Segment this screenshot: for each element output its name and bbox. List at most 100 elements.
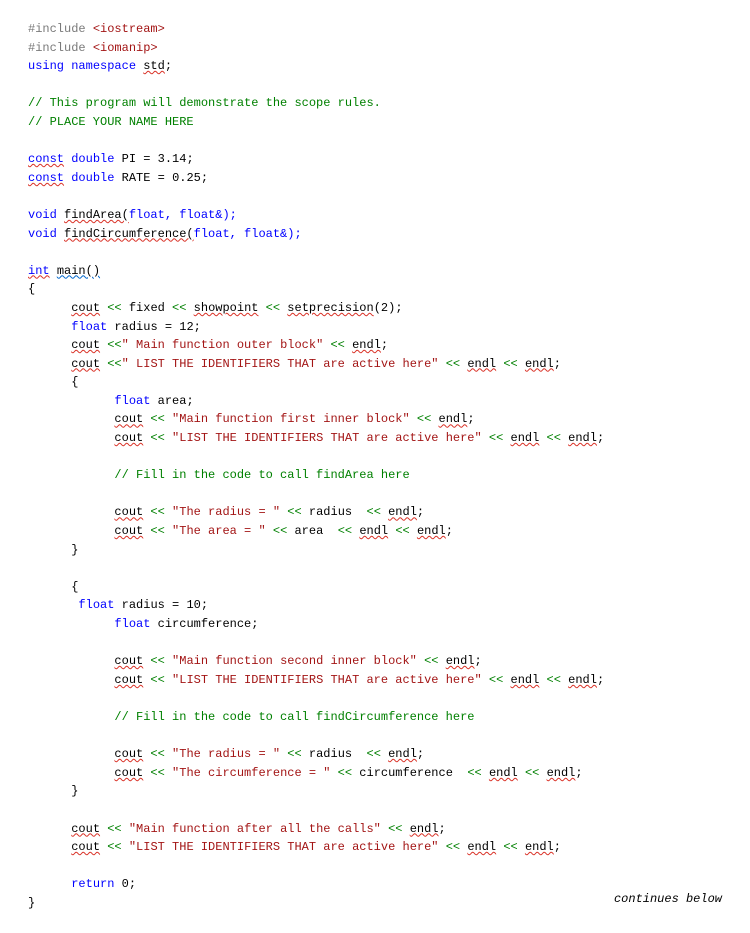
id-endl: endl (359, 524, 388, 538)
fn-findcirc: findCircumference( (64, 227, 194, 241)
op-ins: << (381, 822, 410, 836)
id-cout: cout (114, 673, 143, 687)
semi: ; (597, 431, 604, 445)
str: "The radius = " (172, 505, 280, 519)
fn-findarea: findArea( (64, 208, 129, 222)
kw-float: float (71, 320, 107, 334)
id-cout: cout (71, 301, 100, 315)
op-ins: << (330, 766, 352, 780)
op-ins: << (100, 840, 129, 854)
op-ins: << (439, 357, 468, 371)
include-target: <iomanip> (93, 41, 158, 55)
decl: circumference; (150, 617, 258, 631)
semi: ; (439, 822, 446, 836)
id-endl: endl (525, 840, 554, 854)
op-ins: << (323, 338, 352, 352)
id-std: std (143, 59, 165, 73)
kw-double: double (71, 152, 114, 166)
code-block: #include <iostream> #include <iomanip> u… (28, 20, 722, 913)
semi: ; (475, 654, 482, 668)
id-rate: RATE (122, 171, 151, 185)
eq: = (136, 152, 158, 166)
str: "Main function second inner block" (172, 654, 417, 668)
brace: { (28, 282, 35, 296)
num: 0.25; (172, 171, 208, 185)
str: "Main function first inner block" (172, 412, 410, 426)
kw-float: float (114, 617, 150, 631)
op-ins: << (359, 505, 381, 519)
id-cout: cout (114, 431, 143, 445)
id-cout: cout (71, 840, 100, 854)
op-ins: << (143, 505, 172, 519)
op-ins: << (258, 301, 287, 315)
id-circ: circumference (352, 766, 460, 780)
str: "The circumference = " (172, 766, 330, 780)
params: float, float&); (129, 208, 237, 222)
id-area: area (287, 524, 330, 538)
comment: // This program will demonstrate the sco… (28, 96, 381, 110)
continues-below-note: continues below (614, 890, 722, 909)
op-ins: << (539, 673, 568, 687)
id-endl: endl (489, 766, 518, 780)
op-ins: << (496, 357, 525, 371)
fn-main: main() (57, 264, 100, 278)
id-radius: radius (302, 747, 360, 761)
id-endl: endl (410, 822, 439, 836)
id-endl: endl (439, 412, 468, 426)
id-cout: cout (71, 357, 100, 371)
brace: { (71, 580, 78, 594)
op-ins: << (539, 431, 568, 445)
kw-using: using (28, 59, 64, 73)
id-showpoint: showpoint (194, 301, 259, 315)
id-cout: cout (114, 505, 143, 519)
id-pi: PI (122, 152, 136, 166)
op-ins: << (165, 301, 194, 315)
op-ins: << (439, 840, 468, 854)
kw-double: double (71, 171, 114, 185)
semi: ; (446, 524, 453, 538)
id-endl: endl (568, 431, 597, 445)
kw-float: float (114, 394, 150, 408)
id-endl: endl (547, 766, 576, 780)
kw-namespace: namespace (71, 59, 136, 73)
kw-int: int (28, 264, 50, 278)
id-endl: endl (352, 338, 381, 352)
op-ins: << (100, 301, 129, 315)
id-endl: endl (525, 357, 554, 371)
semi: ; (575, 766, 582, 780)
op-ins: << (266, 524, 288, 538)
str: " LIST THE IDENTIFIERS THAT are active h… (122, 357, 439, 371)
id-cout: cout (114, 654, 143, 668)
id-fixed: fixed (129, 301, 165, 315)
comment: // Fill in the code to call findCircumfe… (114, 710, 474, 724)
op-ins: << (143, 431, 172, 445)
id-cout: cout (114, 747, 143, 761)
op-ins: << (143, 766, 172, 780)
id-endl: endl (417, 524, 446, 538)
str: "LIST THE IDENTIFIERS THAT are active he… (172, 673, 482, 687)
op-ins: << (143, 524, 172, 538)
brace: } (71, 543, 78, 557)
id-cout: cout (114, 524, 143, 538)
comment: // PLACE YOUR NAME HERE (28, 115, 194, 129)
op-ins: << (100, 338, 122, 352)
eq: = (150, 171, 172, 185)
semi: ; (554, 840, 561, 854)
arg: (2); (374, 301, 403, 315)
op-ins: << (143, 673, 172, 687)
num: 3.14; (158, 152, 194, 166)
kw-const: const (28, 171, 64, 185)
id-setprecision: setprecision (287, 301, 373, 315)
op-ins: << (359, 747, 381, 761)
id-cout: cout (114, 412, 143, 426)
semi: ; (467, 412, 474, 426)
op-ins: << (143, 412, 172, 426)
decl: area; (150, 394, 193, 408)
op-ins: << (388, 524, 417, 538)
params: float, float&); (194, 227, 302, 241)
kw-const: const (28, 152, 64, 166)
kw-void: void (28, 227, 57, 241)
op-ins: << (100, 822, 129, 836)
op-ins: << (280, 747, 302, 761)
op-ins: << (482, 431, 511, 445)
